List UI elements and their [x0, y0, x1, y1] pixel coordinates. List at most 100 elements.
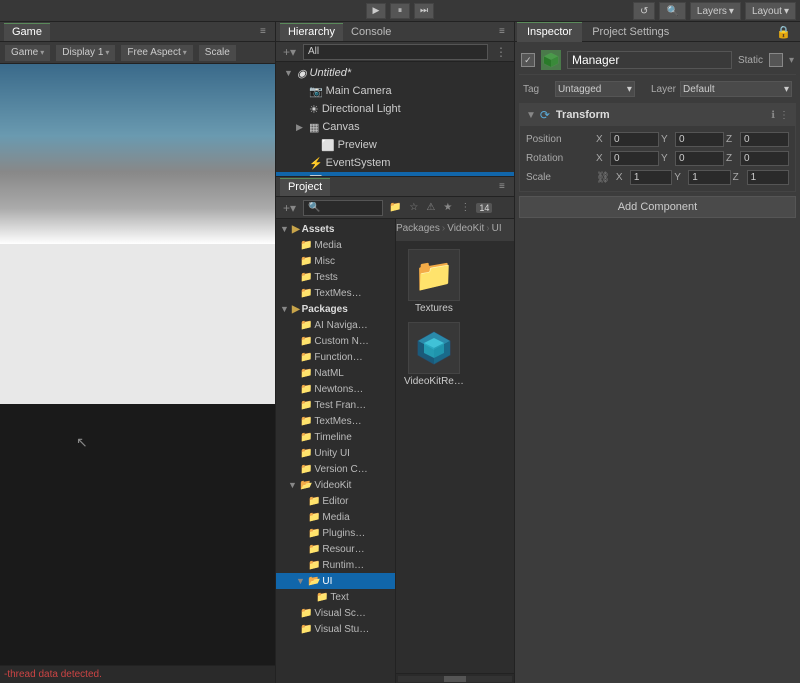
ptree-test-fran[interactable]: 📁 Test Fran…	[276, 397, 395, 413]
tag-dropdown[interactable]: Untagged ▾	[555, 81, 635, 97]
transform-body: Position X 0 Y 0 Z 0 Rotation	[520, 126, 795, 191]
ptree-timeline[interactable]: 📁 Timeline	[276, 429, 395, 445]
ptree-custom-n[interactable]: 📁 Custom N…	[276, 333, 395, 349]
transform-name: Transform	[556, 109, 767, 121]
hierarchy-search-input[interactable]	[303, 44, 488, 60]
ptree-text[interactable]: 📁 Text	[276, 589, 395, 605]
game-bottom-bar: -thread data detected.	[0, 665, 275, 683]
ptree-ai-naviga[interactable]: 📁 AI Naviga…	[276, 317, 395, 333]
ptree-resources[interactable]: 📁 Resour…	[276, 541, 395, 557]
game-scale-btn[interactable]: Scale	[198, 44, 237, 62]
project-scrollbar[interactable]	[396, 673, 514, 683]
ptree-function[interactable]: 📁 Function…	[276, 349, 395, 365]
scale-x-field[interactable]: 1	[630, 170, 672, 185]
tree-item-manager[interactable]: ⬜ Manager	[276, 172, 514, 176]
layout-dropdown[interactable]: Layout ▾	[745, 2, 796, 20]
tree-item-untitled[interactable]: ▼ ◉ Untitled*	[276, 64, 514, 82]
project-panel: Project ≡ +▾ 📁 ☆ ⚠ ★ ⋮ 14 ▼ ▶ Ass	[276, 177, 514, 683]
ptree-version-c[interactable]: 📁 Version C…	[276, 461, 395, 477]
scale-z-field[interactable]: 1	[747, 170, 789, 185]
transform-info-btn[interactable]: ℹ	[771, 110, 775, 121]
object-enabled-checkbox[interactable]: ✓	[521, 53, 535, 67]
layer-dropdown[interactable]: Default ▾	[680, 81, 792, 97]
project-fav-btn[interactable]: ☆	[407, 201, 420, 214]
project-warn-btn[interactable]: ⚠	[424, 201, 437, 214]
tab-console[interactable]: Console	[343, 23, 399, 41]
scale-label: Scale	[526, 172, 596, 183]
search-button[interactable]: 🔍	[659, 2, 685, 20]
ptree-runtime[interactable]: 📁 Runtim…	[276, 557, 395, 573]
game-menu-button[interactable]: ≡	[255, 24, 271, 40]
hierarchy-options-button[interactable]: ⋮	[492, 44, 510, 60]
top-right-controls: ↺ 🔍 Layers ▾ Layout ▾	[633, 2, 796, 20]
project-search-input[interactable]	[303, 200, 383, 216]
ptree-visual-stu[interactable]: 📁 Visual Stu…	[276, 621, 395, 637]
hierarchy-search-bar: +▾ ⋮	[276, 42, 514, 62]
rotation-x-field[interactable]: 0	[610, 151, 659, 166]
project-add-button[interactable]: +▾	[280, 200, 299, 216]
ptree-packages[interactable]: ▼ ▶ Packages	[276, 301, 395, 317]
tab-game[interactable]: Game	[4, 23, 50, 41]
undo-button[interactable]: ↺	[633, 2, 655, 20]
object-name-input[interactable]	[567, 51, 732, 69]
ptree-media-vk[interactable]: 📁 Media	[276, 509, 395, 525]
game-display1-dropdown[interactable]: Display 1 ▾	[55, 44, 116, 62]
ptree-visual-sc[interactable]: 📁 Visual Sc…	[276, 605, 395, 621]
tree-item-preview[interactable]: ⬜ Preview	[276, 136, 514, 154]
rotation-z-field[interactable]: 0	[740, 151, 789, 166]
ptree-editor[interactable]: 📁 Editor	[276, 493, 395, 509]
ptree-media[interactable]: 📁 Media	[276, 237, 395, 253]
tree-item-canvas[interactable]: ▶ ▦ Canvas	[276, 118, 514, 136]
layer-label: Layer	[651, 84, 676, 95]
position-x-field[interactable]: 0	[610, 132, 659, 147]
ptree-textmesh-assets[interactable]: 📁 TextMes…	[276, 285, 395, 301]
tree-item-main-camera[interactable]: 📷 Main Camera	[276, 82, 514, 100]
ptree-assets[interactable]: ▼ ▶ Assets	[276, 221, 395, 237]
hierarchy-add-button[interactable]: +▾	[280, 44, 299, 60]
project-options-btn[interactable]: ⋮	[458, 201, 472, 214]
asset-textures[interactable]: 📁 Textures	[404, 249, 464, 314]
ptree-plugins[interactable]: 📁 Plugins…	[276, 525, 395, 541]
position-y-field[interactable]: 0	[675, 132, 724, 147]
ptree-videokit[interactable]: ▼ 📂 VideoKit	[276, 477, 395, 493]
rotation-y-field[interactable]: 0	[675, 151, 724, 166]
game-display-dropdown[interactable]: Game ▾	[4, 44, 51, 62]
play-button[interactable]: ▶	[366, 3, 386, 19]
transform-header[interactable]: ▼ ⟳ Transform ℹ ⋮	[520, 104, 795, 126]
ptree-misc[interactable]: 📁 Misc	[276, 253, 395, 269]
project-toolbar: +▾ 📁 ☆ ⚠ ★ ⋮ 14	[276, 197, 514, 219]
tab-project-settings[interactable]: Project Settings	[582, 22, 679, 42]
transform-toggle[interactable]: ▼	[526, 110, 536, 121]
project-menu-button[interactable]: ≡	[494, 179, 510, 195]
layers-dropdown[interactable]: Layers ▾	[690, 2, 741, 20]
tree-item-eventsystem[interactable]: ⚡ EventSystem	[276, 154, 514, 172]
transform-menu-btn[interactable]: ⋮	[779, 110, 789, 121]
tab-inspector[interactable]: Inspector	[517, 22, 582, 42]
project-star-btn[interactable]: ★	[441, 201, 454, 214]
ptree-newtons[interactable]: 📁 Newtons…	[276, 381, 395, 397]
position-label: Position	[526, 134, 596, 145]
scale-y-field[interactable]: 1	[688, 170, 730, 185]
middle-panel: Hierarchy Console ≡ +▾ ⋮ ▼ ◉ Untitled* 📷	[276, 22, 515, 683]
asset-videokitre-icon	[408, 322, 460, 374]
ptree-natml[interactable]: 📁 NatML	[276, 365, 395, 381]
top-toolbar: ▶ ⏸ ⏭ ↺ 🔍 Layers ▾ Layout ▾	[0, 0, 800, 22]
static-checkbox[interactable]	[769, 53, 783, 67]
position-z-field[interactable]: 0	[740, 132, 789, 147]
ptree-tests[interactable]: 📁 Tests	[276, 269, 395, 285]
ptree-unity-ui[interactable]: 📁 Unity UI	[276, 445, 395, 461]
step-button[interactable]: ⏭	[414, 3, 434, 19]
ptree-textmesh-pkg[interactable]: 📁 TextMes…	[276, 413, 395, 429]
ptree-ui[interactable]: ▼ 📂 UI	[276, 573, 395, 589]
inspector-lock-btn[interactable]: 🔒	[773, 24, 794, 40]
static-arrow[interactable]: ▾	[789, 55, 794, 66]
tree-item-directional-light[interactable]: ☀ Directional Light	[276, 100, 514, 118]
add-component-button[interactable]: Add Component	[519, 196, 796, 218]
tab-project[interactable]: Project	[280, 178, 330, 196]
hierarchy-menu-button[interactable]: ≡	[494, 24, 510, 40]
game-aspect-dropdown[interactable]: Free Aspect ▾	[120, 44, 193, 62]
project-folder-icon-btn[interactable]: 📁	[387, 201, 403, 214]
pause-button[interactable]: ⏸	[390, 3, 410, 19]
tab-hierarchy[interactable]: Hierarchy	[280, 23, 343, 41]
asset-videokitre[interactable]: VideoKitRe…	[404, 322, 464, 387]
